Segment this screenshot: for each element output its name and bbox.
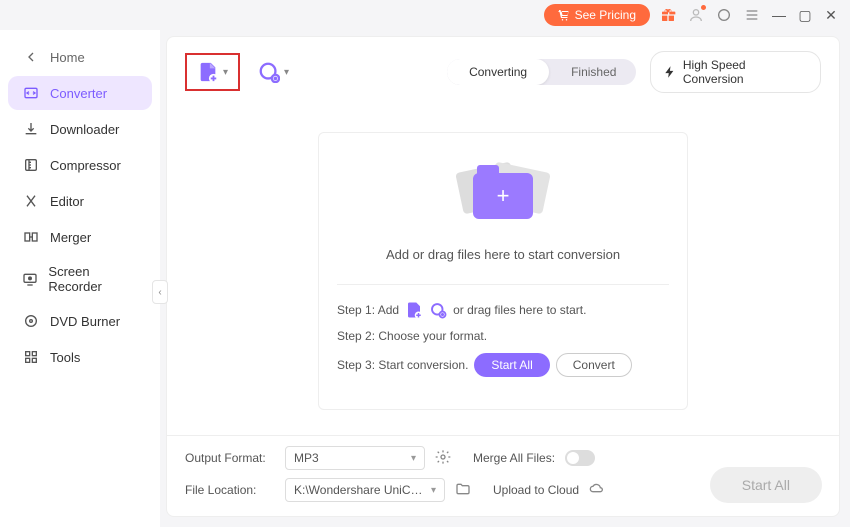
downloader-icon <box>22 120 40 138</box>
folder-plus-icon: + <box>473 173 533 219</box>
add-file-icon <box>405 301 423 319</box>
file-location-label: File Location: <box>185 483 275 497</box>
output-format-value: MP3 <box>294 451 319 465</box>
merger-icon <box>22 228 40 246</box>
sidebar-item-label: Screen Recorder <box>48 264 138 294</box>
add-file-button[interactable]: ▾ <box>185 53 240 91</box>
merge-toggle[interactable] <box>565 450 595 466</box>
chevron-down-icon: ▾ <box>411 453 416 464</box>
start-all-pill[interactable]: Start All <box>474 353 549 377</box>
output-format-select[interactable]: MP3 ▾ <box>285 446 425 470</box>
nav-back-label: Home <box>50 50 85 65</box>
file-location-select[interactable]: K:\Wondershare UniConverter 1 ▾ <box>285 478 445 502</box>
nav-back-home[interactable]: Home <box>8 40 152 74</box>
add-file-icon <box>197 61 219 83</box>
sidebar-item-merger[interactable]: Merger <box>8 220 152 254</box>
close-button[interactable]: ✕ <box>822 7 840 24</box>
tab-finished[interactable]: Finished <box>549 59 636 85</box>
dvd-icon <box>22 312 40 330</box>
user-icon[interactable] <box>686 5 706 25</box>
minimize-button[interactable]: — <box>770 7 788 23</box>
sidebar-item-label: DVD Burner <box>50 314 120 329</box>
step-3: Step 3: Start conversion. Start All Conv… <box>337 353 669 377</box>
upload-cloud-label: Upload to Cloud <box>493 483 579 497</box>
start-all-button[interactable]: Start All <box>710 467 822 503</box>
drop-graphic: + <box>337 155 669 235</box>
sidebar-item-label: Downloader <box>50 122 119 137</box>
settings-icon[interactable] <box>435 449 451 468</box>
pricing-label: See Pricing <box>575 8 636 22</box>
sidebar-collapse-handle[interactable]: ‹ <box>152 280 168 304</box>
recorder-icon <box>22 270 38 288</box>
sidebar-item-compressor[interactable]: Compressor <box>8 148 152 182</box>
editor-icon <box>22 192 40 210</box>
sidebar-item-label: Merger <box>50 230 91 245</box>
notification-dot <box>701 5 706 10</box>
chevron-down-icon: ▾ <box>284 67 289 78</box>
chevron-down-icon: ▾ <box>223 67 228 78</box>
support-icon[interactable] <box>714 5 734 25</box>
converter-icon <box>22 84 40 102</box>
sidebar-item-label: Converter <box>50 86 107 101</box>
add-url-icon <box>429 301 447 319</box>
speed-label: High Speed Conversion <box>683 58 808 86</box>
high-speed-button[interactable]: High Speed Conversion <box>650 51 821 93</box>
sidebar-item-converter[interactable]: Converter <box>8 76 152 110</box>
chevron-left-icon <box>22 48 40 66</box>
step-2: Step 2: Choose your format. <box>337 329 669 343</box>
chevron-down-icon: ▾ <box>431 485 436 496</box>
main-panel: ▾ ▾ Converting Finished High Speed Conve… <box>166 36 840 517</box>
lightning-icon <box>663 65 677 79</box>
output-format-label: Output Format: <box>185 451 275 465</box>
maximize-button[interactable]: ▢ <box>796 7 814 24</box>
merge-label: Merge All Files: <box>473 451 555 465</box>
cart-icon <box>558 9 570 21</box>
tab-group: Converting Finished <box>447 59 636 85</box>
sidebar-item-editor[interactable]: Editor <box>8 184 152 218</box>
compressor-icon <box>22 156 40 174</box>
sidebar-item-dvd-burner[interactable]: DVD Burner <box>8 304 152 338</box>
tools-icon <box>22 348 40 366</box>
tab-converting[interactable]: Converting <box>447 59 549 85</box>
drop-card[interactable]: + Add or drag files here to start conver… <box>318 132 688 410</box>
cloud-icon[interactable] <box>589 481 605 500</box>
open-folder-icon[interactable] <box>455 481 471 500</box>
menu-icon[interactable] <box>742 5 762 25</box>
convert-pill[interactable]: Convert <box>556 353 632 377</box>
sidebar-item-label: Compressor <box>50 158 121 173</box>
sidebar-item-tools[interactable]: Tools <box>8 340 152 374</box>
sidebar-item-downloader[interactable]: Downloader <box>8 112 152 146</box>
step-1: Step 1: Add or drag files here to start. <box>337 301 669 319</box>
sidebar-item-label: Editor <box>50 194 84 209</box>
sidebar: Home Converter Downloader Compressor Edi… <box>0 30 160 527</box>
sidebar-item-label: Tools <box>50 350 80 365</box>
gift-icon[interactable] <box>658 5 678 25</box>
add-url-button[interactable]: ▾ <box>254 57 293 87</box>
see-pricing-button[interactable]: See Pricing <box>544 4 650 26</box>
file-location-value: K:\Wondershare UniConverter 1 <box>294 483 424 497</box>
drop-text: Add or drag files here to start conversi… <box>337 247 669 262</box>
sidebar-item-screen-recorder[interactable]: Screen Recorder <box>8 256 152 302</box>
add-url-icon <box>258 61 280 83</box>
